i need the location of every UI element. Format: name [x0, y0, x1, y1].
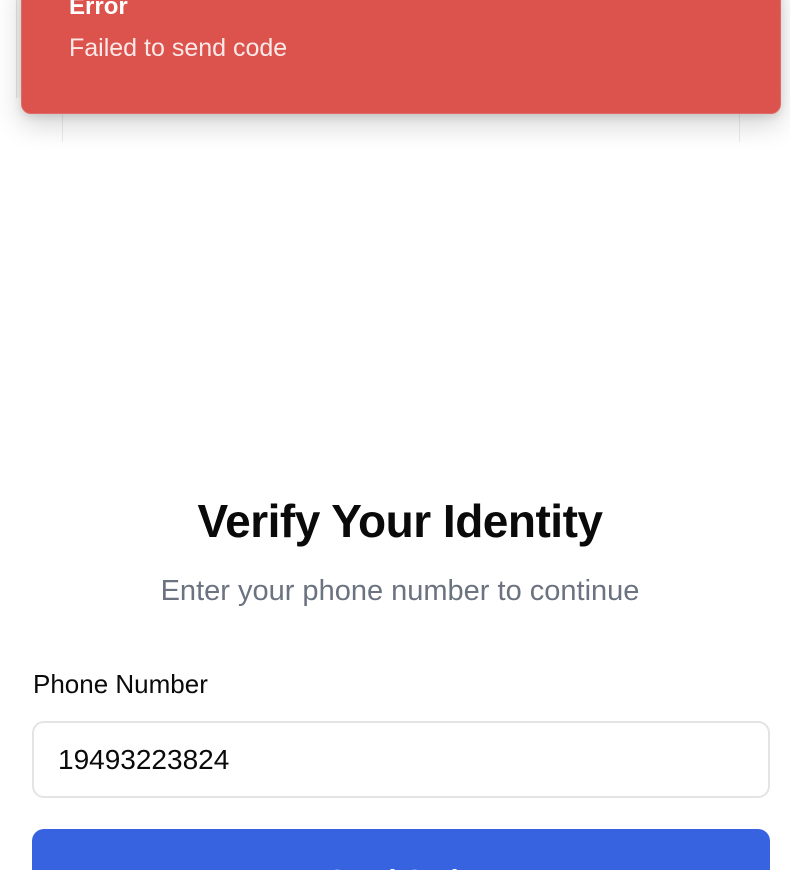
- error-toast[interactable]: Error Failed to send code: [21, 0, 781, 114]
- phone-number-input[interactable]: [32, 721, 770, 798]
- toast-description: Failed to send code: [69, 34, 288, 62]
- toast-title: Error: [69, 0, 128, 20]
- page-title: Verify Your Identity: [197, 495, 603, 547]
- page-subtitle: Enter your phone number to continue: [160, 575, 640, 607]
- verification-page: Error Failed to send code Verify Your Id…: [0, 0, 790, 870]
- phone-number-label: Phone Number: [33, 669, 208, 699]
- send-code-button[interactable]: Send Code: [32, 829, 770, 870]
